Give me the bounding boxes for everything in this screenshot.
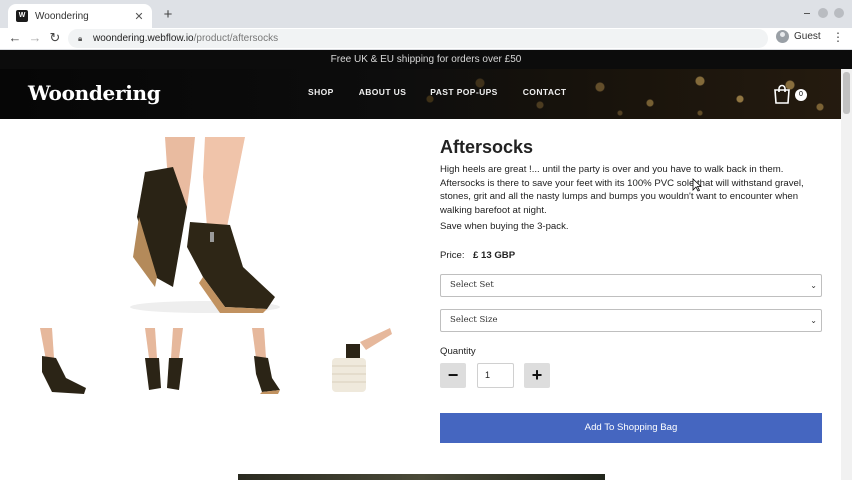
favicon-icon: W (16, 10, 28, 22)
quantity-label: Quantity (440, 346, 476, 357)
cart-count-badge: 0 (795, 89, 807, 101)
mouse-cursor-icon (692, 178, 702, 192)
browser-menu-icon[interactable]: ⋮ (832, 30, 844, 44)
add-to-bag-button[interactable]: Add To Shopping Bag (440, 413, 822, 443)
profile-label: Guest (794, 31, 821, 42)
browser-toolbar: ← → ↻ 🔒︎ woondering.webflow.io/product/a… (0, 28, 852, 50)
browser-tab[interactable]: W Woondering ✕ (8, 4, 152, 28)
promo-banner: Free UK & EU shipping for orders over £5… (0, 50, 852, 69)
nav-shop[interactable]: SHOP (308, 87, 334, 97)
page-viewport: Free UK & EU shipping for orders over £5… (0, 50, 852, 480)
window-maximize-button[interactable] (818, 8, 828, 18)
page-scrollbar[interactable] (841, 69, 852, 480)
url-path: /product/aftersocks (193, 33, 279, 44)
address-bar[interactable]: 🔒︎ woondering.webflow.io/product/afterso… (68, 29, 768, 48)
select-set-value: Select Set (450, 280, 494, 290)
chevron-down-icon: ⌄ (810, 281, 817, 290)
product-thumbnail[interactable] (127, 328, 202, 398)
nav-contact[interactable]: CONTACT (523, 87, 567, 97)
product-price: £ 13 GBP (473, 250, 516, 261)
price-label: Price: (440, 250, 465, 261)
main-menu: SHOP ABOUT US PAST POP-UPS CONTACT (308, 87, 566, 97)
chevron-down-icon: ⌄ (810, 316, 817, 325)
product-main-image (130, 137, 280, 313)
quantity-input[interactable]: 1 (477, 363, 514, 388)
nav-about-us[interactable]: ABOUT US (359, 87, 407, 97)
lifestyle-image (238, 474, 605, 480)
quantity-decrease-button[interactable]: − (440, 363, 466, 388)
lock-icon[interactable]: 🔒︎ (78, 34, 87, 44)
reload-icon[interactable]: ↻ (47, 30, 63, 46)
browser-tab-strip: W Woondering ✕ + (0, 0, 852, 28)
select-size-dropdown[interactable]: Select Size ⌄ (440, 309, 822, 332)
product-description: High heels are great !... until the part… (440, 164, 804, 216)
product-thumbnail[interactable] (22, 328, 97, 398)
product-thumbnail[interactable] (320, 328, 395, 398)
tab-close-icon[interactable]: ✕ (132, 10, 146, 23)
new-tab-button[interactable]: + (160, 7, 176, 23)
product-title: Aftersocks (440, 137, 534, 157)
back-arrow-icon[interactable]: ← (7, 30, 23, 46)
select-size-value: Select Size (450, 315, 498, 325)
tab-title: Woondering (35, 10, 89, 22)
shopping-bag-icon[interactable] (773, 84, 791, 104)
site-header: Woondering SHOP ABOUT US PAST POP-UPS CO… (0, 69, 852, 119)
avatar-icon (776, 30, 789, 43)
scrollbar-thumb[interactable] (843, 72, 850, 114)
profile-button[interactable]: Guest (776, 30, 821, 43)
select-set-dropdown[interactable]: Select Set ⌄ (440, 274, 822, 297)
bundle-note: Save when buying the 3-pack. (440, 221, 569, 232)
window-close-button[interactable] (834, 8, 844, 18)
forward-arrow-icon[interactable]: → (27, 30, 43, 46)
brand-logo[interactable]: Woondering (28, 81, 161, 105)
window-minimize-button[interactable] (802, 8, 812, 18)
nav-past-pop-ups[interactable]: PAST POP-UPS (430, 87, 497, 97)
url-host: woondering.webflow.io (93, 33, 194, 44)
quantity-increase-button[interactable]: + (524, 363, 550, 388)
product-thumbnail[interactable] (232, 328, 307, 398)
